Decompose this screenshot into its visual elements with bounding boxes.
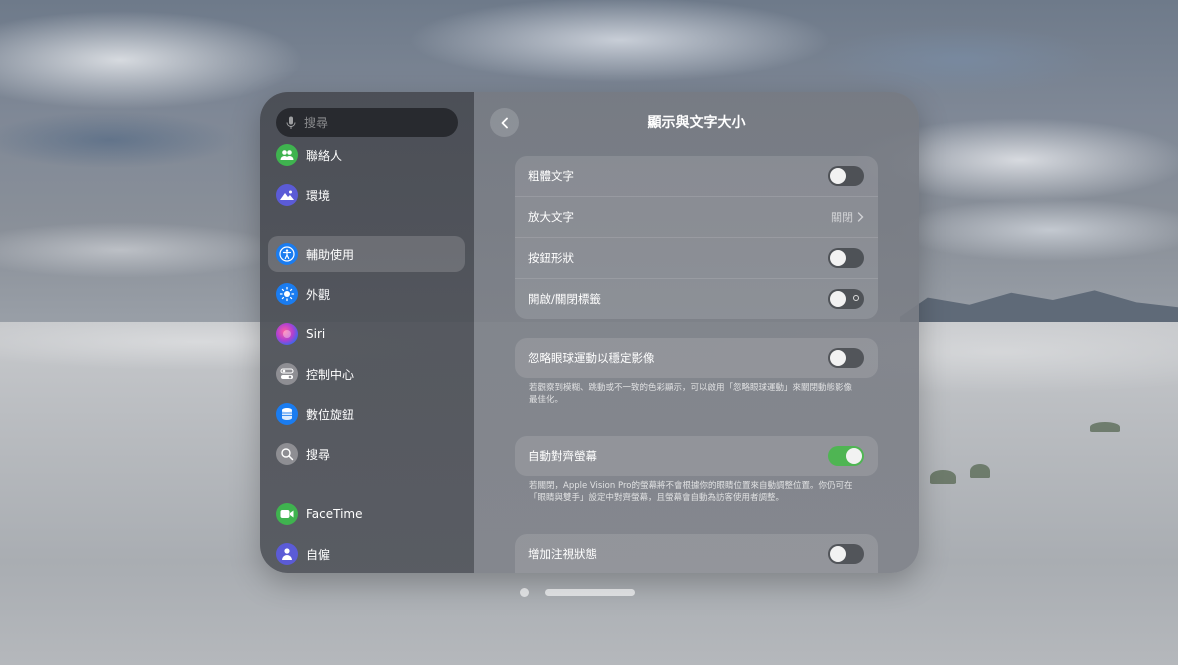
shrub bbox=[930, 470, 956, 484]
toggle-knob bbox=[830, 168, 846, 184]
toggle-knob bbox=[830, 250, 846, 266]
row-label: 增加注視狀態 bbox=[528, 547, 597, 561]
close-dot[interactable] bbox=[520, 588, 529, 597]
focus-state-group: 增加注視狀態 bbox=[515, 534, 878, 573]
control-center-icon bbox=[276, 363, 298, 385]
increase-focus-state-toggle[interactable] bbox=[828, 544, 864, 564]
sidebar-item-label: 外觀 bbox=[306, 287, 331, 302]
sidebar-item-control-center[interactable]: 控制中心 bbox=[268, 356, 465, 392]
off-label-icon bbox=[853, 295, 859, 301]
sidebar-item-facetime[interactable]: FaceTime bbox=[268, 496, 465, 532]
button-shapes-toggle[interactable] bbox=[828, 248, 864, 268]
sidebar-item-environment[interactable]: 環境 bbox=[268, 177, 465, 213]
row-label: 放大文字 bbox=[528, 210, 574, 224]
toggle-knob bbox=[830, 350, 846, 366]
facetime-icon bbox=[276, 503, 298, 525]
digital-crown-icon bbox=[276, 403, 298, 425]
shrub bbox=[1090, 422, 1120, 432]
window-bar bbox=[520, 588, 635, 597]
larger-text-value: 關閉 bbox=[831, 209, 864, 225]
auto-align-footnote: 若關閉，Apple Vision Pro的螢幕將不會根據你的眼睛位置來自動調整位… bbox=[529, 481, 853, 503]
sidebar-item-siri[interactable]: Siri bbox=[268, 316, 465, 352]
row-label: 開啟/關閉標籤 bbox=[528, 292, 601, 306]
on-off-labels-row: 開啟/關閉標籤 bbox=[515, 278, 878, 319]
ignore-eye-movements-toggle[interactable] bbox=[828, 348, 864, 368]
window-grab-bar[interactable] bbox=[545, 589, 635, 596]
larger-text-row[interactable]: 放大文字 關閉 bbox=[515, 196, 878, 237]
eye-movement-group: 忽略眼球運動以穩定影像 bbox=[515, 338, 878, 378]
sidebar: 搜尋 聯絡人 環境 輔助使用 外觀 Siri 控制中心 數位旋鈕 搜尋 Face… bbox=[260, 92, 474, 573]
sidebar-item-label: 自僱 bbox=[306, 547, 331, 562]
sidebar-item-accessibility[interactable]: 輔助使用 bbox=[268, 236, 465, 272]
sidebar-item-label: 環境 bbox=[306, 188, 331, 203]
sidebar-item-label: 輔助使用 bbox=[306, 247, 355, 262]
row-value: 關閉 bbox=[831, 211, 853, 224]
sidebar-item-digital-crown[interactable]: 數位旋鈕 bbox=[268, 396, 465, 432]
row-label: 忽略眼球運動以穩定影像 bbox=[528, 351, 655, 365]
search-icon bbox=[276, 443, 298, 465]
sidebar-item-contacts[interactable]: 聯絡人 bbox=[268, 137, 465, 173]
ignore-eye-movements-footnote: 若觀察到模糊、跳動或不一致的色彩顯示，可以啟用「忽略眼球運動」來關閉動態影像最佳… bbox=[529, 383, 853, 405]
auto-align-group: 自動對齊螢幕 bbox=[515, 436, 878, 476]
row-label: 粗體文字 bbox=[528, 169, 574, 183]
environment-icon bbox=[276, 184, 298, 206]
toggle-knob bbox=[830, 546, 846, 562]
persona-icon bbox=[276, 543, 298, 565]
auto-align-toggle[interactable] bbox=[828, 446, 864, 466]
search-placeholder: 搜尋 bbox=[304, 116, 329, 130]
detail-pane: 顯示與文字大小 粗體文字 放大文字 關閉 按鈕形狀 開啟/關閉標籤 忽略眼球運動… bbox=[474, 92, 919, 573]
siri-icon bbox=[276, 323, 298, 345]
row-label: 自動對齊螢幕 bbox=[528, 449, 597, 463]
toggle-knob bbox=[846, 448, 862, 464]
sidebar-item-label: 數位旋鈕 bbox=[306, 407, 355, 422]
appearance-icon bbox=[276, 283, 298, 305]
ignore-eye-movements-row: 忽略眼球運動以穩定影像 bbox=[515, 338, 878, 378]
sidebar-item-label: Siri bbox=[306, 327, 326, 341]
sidebar-item-label: FaceTime bbox=[306, 507, 363, 521]
search-field[interactable]: 搜尋 bbox=[276, 108, 458, 137]
sidebar-item-search[interactable]: 搜尋 bbox=[268, 436, 465, 472]
on-off-labels-toggle[interactable] bbox=[828, 289, 864, 309]
chevron-right-icon bbox=[857, 212, 864, 222]
sidebar-item-appearance[interactable]: 外觀 bbox=[268, 276, 465, 312]
contacts-icon bbox=[276, 144, 298, 166]
text-options-group: 粗體文字 放大文字 關閉 按鈕形狀 開啟/關閉標籤 bbox=[515, 156, 878, 319]
accessibility-icon bbox=[276, 243, 298, 265]
settings-window: 搜尋 聯絡人 環境 輔助使用 外觀 Siri 控制中心 數位旋鈕 搜尋 Face… bbox=[260, 92, 919, 573]
row-label: 按鈕形狀 bbox=[528, 251, 574, 265]
bold-text-toggle[interactable] bbox=[828, 166, 864, 186]
button-shapes-row: 按鈕形狀 bbox=[515, 237, 878, 278]
page-title: 顯示與文字大小 bbox=[647, 115, 746, 131]
sidebar-item-label: 聯絡人 bbox=[306, 148, 343, 163]
sidebar-item-label: 控制中心 bbox=[306, 367, 355, 382]
increase-focus-state-row: 增加注視狀態 bbox=[515, 534, 878, 573]
bold-text-row: 粗體文字 bbox=[515, 156, 878, 196]
sidebar-item-persona[interactable]: 自僱 bbox=[268, 536, 465, 572]
toggle-knob bbox=[830, 291, 846, 307]
shrub bbox=[970, 464, 990, 478]
auto-align-row: 自動對齊螢幕 bbox=[515, 436, 878, 476]
sidebar-item-label: 搜尋 bbox=[306, 447, 331, 462]
microphone-icon[interactable] bbox=[286, 116, 296, 130]
